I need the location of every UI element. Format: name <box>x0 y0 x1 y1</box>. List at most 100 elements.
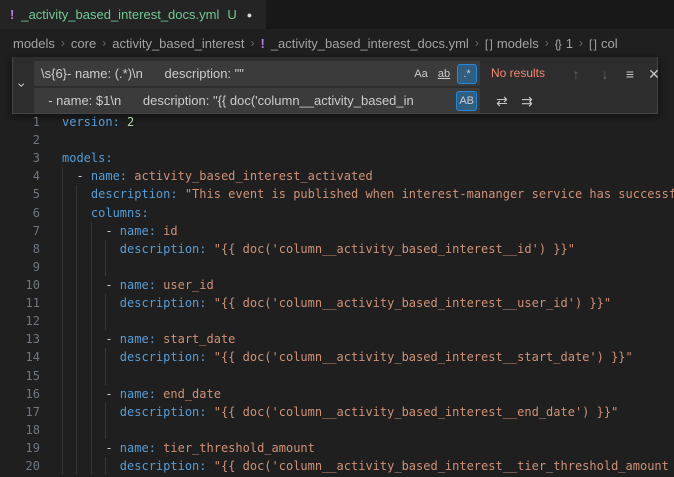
indent-guide <box>62 367 63 385</box>
breadcrumb-separator-icon: › <box>102 36 106 50</box>
code-editor[interactable]: 1version: 2 2 3models:4 - name: activity_b… <box>0 113 674 477</box>
code-text: description: "{{ doc('column__activity_b… <box>62 457 674 475</box>
tab-bar: ! _activity_based_interest_docs.yml U ● <box>0 0 674 29</box>
code-line[interactable]: 7 - name: id <box>0 222 674 240</box>
line-number: 2 <box>0 133 40 147</box>
code-line[interactable]: 19 - name: tier_threshold_amount <box>0 439 674 457</box>
breadcrumb-item[interactable]: core <box>71 36 96 51</box>
code-lines: 1version: 2 2 3models:4 - name: activity_b… <box>0 113 674 475</box>
code-line[interactable]: 14 description: "{{ doc('column__activit… <box>0 348 674 366</box>
breadcrumb-label: col <box>601 36 618 51</box>
indent-guide <box>105 240 106 258</box>
breadcrumb-label: models <box>497 36 539 51</box>
indent-guide <box>62 258 63 276</box>
whole-word-label: ab <box>438 68 450 80</box>
line-number: 15 <box>0 369 40 383</box>
indent-guide <box>62 204 63 222</box>
indent-guide <box>91 258 92 276</box>
code-line[interactable]: 13 - name: start_date <box>0 330 674 348</box>
indent-guide <box>62 276 63 294</box>
toggle-replace-button[interactable]: › <box>13 57 31 113</box>
code-line[interactable]: 11 description: "{{ doc('column__activit… <box>0 294 674 312</box>
breadcrumb-item[interactable]: {}1 <box>555 36 573 51</box>
code-line[interactable]: 4 - name: activity_based_interest_activa… <box>0 167 674 185</box>
indent-guide <box>62 240 63 258</box>
code-line[interactable]: 6 columns: <box>0 204 674 222</box>
tab-active-file[interactable]: ! _activity_based_interest_docs.yml U ● <box>0 0 266 29</box>
indent-guide <box>76 457 77 475</box>
indent-guide <box>91 294 92 312</box>
line-number: 20 <box>0 459 40 473</box>
code-line[interactable]: 16 - name: end_date <box>0 385 674 403</box>
indent-guide <box>91 457 92 475</box>
breadcrumb-label: 1 <box>566 36 573 51</box>
regex-toggle[interactable]: .* <box>457 64 477 84</box>
breadcrumb-item[interactable]: [ ]models <box>485 36 539 51</box>
indent-guide <box>91 348 92 366</box>
find-in-selection-button[interactable]: ≡ <box>619 63 641 85</box>
indent-guide <box>76 258 77 276</box>
line-number: 6 <box>0 206 40 220</box>
indent-guide <box>76 222 77 240</box>
code-text: - name: end_date <box>62 385 674 403</box>
code-line[interactable]: 5 description: "This event is published … <box>0 185 674 203</box>
code-line[interactable]: 9 <box>0 258 674 276</box>
indent-guide <box>105 312 106 330</box>
code-line[interactable]: 3models: <box>0 149 674 167</box>
indent-guide <box>105 457 106 475</box>
find-input-value: \s{6}- name: (.*)\n description: "" <box>34 66 411 81</box>
close-find-button[interactable]: ✕ <box>643 63 665 85</box>
code-line[interactable]: 1version: 2 <box>0 113 674 131</box>
code-line[interactable]: 12 <box>0 312 674 330</box>
modified-dot-icon[interactable]: ● <box>247 10 252 20</box>
find-replace-widget: › \s{6}- name: (.*)\n description: "" Aa… <box>12 57 658 114</box>
code-text: description: "This event is published wh… <box>62 185 674 203</box>
indent-guide <box>76 204 77 222</box>
code-line[interactable]: 20 description: "{{ doc('column__activit… <box>0 457 674 475</box>
replace-all-button[interactable]: ⇉ <box>516 90 538 112</box>
code-text: - name: id <box>62 222 674 240</box>
code-line[interactable]: 2 <box>0 131 674 149</box>
line-number: 7 <box>0 224 40 238</box>
code-text: - name: user_id <box>62 276 674 294</box>
code-text: models: <box>62 149 674 167</box>
replace-button[interactable]: ⇄ <box>491 90 513 112</box>
indent-guide <box>91 421 92 439</box>
breadcrumb-item[interactable]: !_activity_based_interest_docs.yml <box>260 36 468 51</box>
tab-filename: _activity_based_interest_docs.yml <box>21 7 219 22</box>
previous-match-button[interactable]: ↑ <box>565 63 587 85</box>
code-text <box>62 258 674 276</box>
indent-guide <box>105 294 106 312</box>
indent-guide <box>76 312 77 330</box>
indent-guide <box>62 330 63 348</box>
indent-guide <box>91 367 92 385</box>
indent-guide <box>62 385 63 403</box>
line-number: 5 <box>0 187 40 201</box>
code-line[interactable]: 17 description: "{{ doc('column__activit… <box>0 403 674 421</box>
breadcrumb-item[interactable]: [ ] col <box>589 36 618 51</box>
breadcrumb-item[interactable]: models <box>13 36 55 51</box>
whole-word-toggle[interactable]: ab <box>434 64 454 84</box>
match-case-toggle[interactable]: Aa <box>411 64 431 84</box>
breadcrumb-item[interactable]: activity_based_interest <box>112 36 244 51</box>
close-icon: ✕ <box>648 66 660 83</box>
next-match-button[interactable]: ↓ <box>594 63 616 85</box>
code-line[interactable]: 8 description: "{{ doc('column__activity… <box>0 240 674 258</box>
code-line[interactable]: 10 - name: user_id <box>0 276 674 294</box>
indent-guide <box>62 421 63 439</box>
symbol-kind-icon: [ ] <box>589 37 596 51</box>
replace-input[interactable]: - name: $1\n description: "{{ doc('colum… <box>34 88 480 113</box>
code-text: description: "{{ doc('column__activity_b… <box>62 240 674 258</box>
code-line[interactable]: 18 <box>0 421 674 439</box>
indent-guide <box>76 403 77 421</box>
find-input[interactable]: \s{6}- name: (.*)\n description: "" Aa a… <box>34 61 480 86</box>
breadcrumb-label: models <box>13 36 55 51</box>
yaml-file-icon: ! <box>260 36 264 51</box>
code-text <box>62 367 674 385</box>
code-text <box>62 131 674 149</box>
preserve-case-toggle[interactable]: AB <box>456 91 477 111</box>
line-number: 19 <box>0 441 40 455</box>
code-text: - name: start_date <box>62 330 674 348</box>
breadcrumb: models›core›activity_based_interest›!_ac… <box>0 29 674 57</box>
code-line[interactable]: 15 <box>0 367 674 385</box>
